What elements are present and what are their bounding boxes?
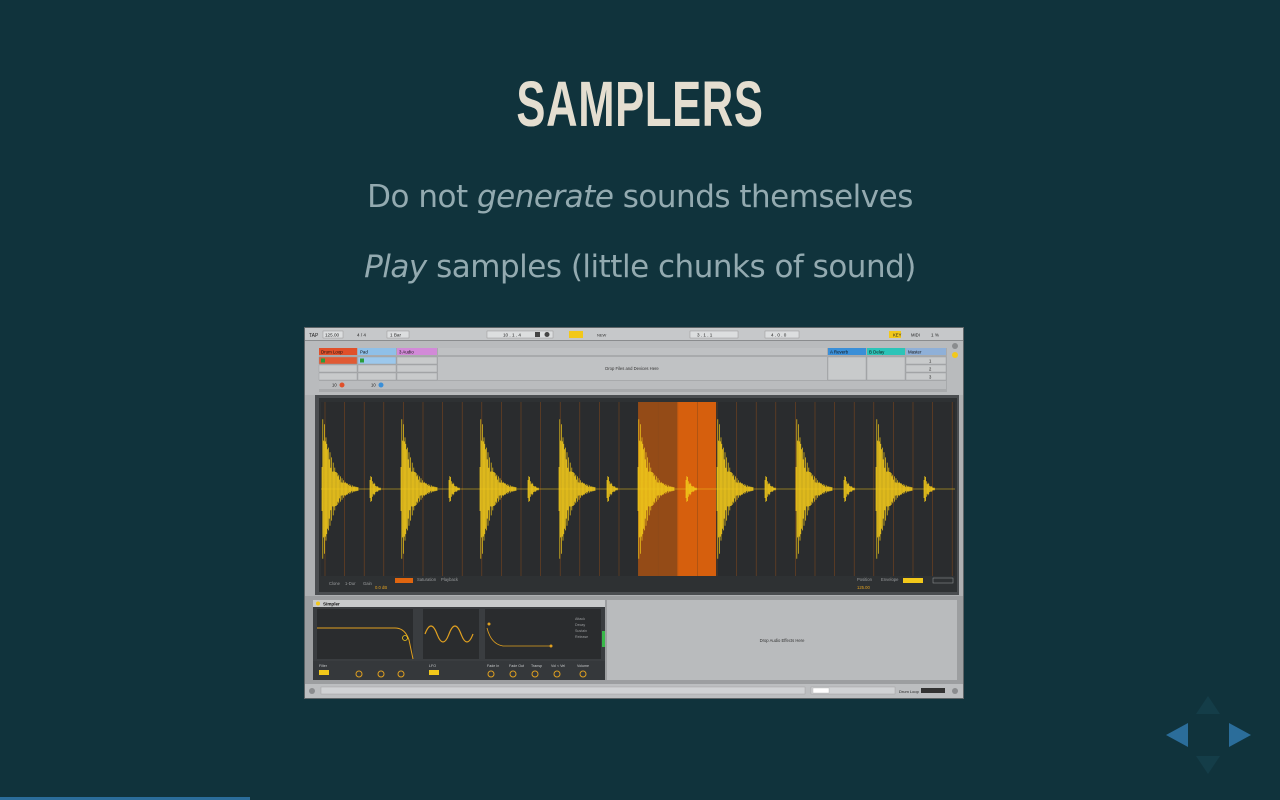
section-label: LFO <box>429 664 436 668</box>
tempo-value: 125.00 <box>325 333 339 338</box>
position-value: 125.00 <box>857 585 870 590</box>
section-label: Vol < Vel <box>551 664 565 668</box>
stop-icon <box>535 332 540 337</box>
return-name-reverb: A Reverb <box>830 350 849 355</box>
clip-label: Gain <box>363 581 373 586</box>
tap-label: TAP <box>309 333 319 339</box>
status-track-label: Drum Loop <box>899 689 920 694</box>
clip-play-icon <box>360 358 364 363</box>
clip-label: Clone <box>329 581 341 586</box>
section-label: Volume <box>577 664 589 668</box>
quantize-value: 1 Bar <box>390 333 401 338</box>
track-activator-icon <box>378 382 384 388</box>
warp-button <box>395 578 413 583</box>
clip-play-icon <box>321 358 325 363</box>
key-label: KEY <box>893 333 902 338</box>
midi-label: MIDI <box>911 333 920 338</box>
envelope-button <box>903 578 923 583</box>
section-label: Fade In <box>487 664 499 668</box>
section-label: Transp <box>531 664 542 668</box>
track-name-pad: Pad <box>360 350 368 355</box>
clip-label: Position <box>857 577 873 582</box>
slide-title: SAMPLERS <box>516 68 764 140</box>
nav-prev-arrow-icon[interactable] <box>1166 723 1188 747</box>
filter-graph <box>317 609 413 659</box>
track-name-audio: 3 Audio <box>399 350 414 355</box>
lfo-graph <box>423 609 479 659</box>
drop-effects-label: Drop Audio Effects Here <box>760 638 806 643</box>
scroll-icon <box>952 343 958 349</box>
master-name: Master <box>908 350 922 355</box>
new-label: NEW <box>597 333 607 338</box>
return-name-delay: B Delay <box>869 350 885 355</box>
clip-label: Saturation <box>417 577 437 582</box>
param-label: Attack <box>575 617 585 621</box>
cpu-value: 1 % <box>931 333 939 338</box>
nav-down-icon <box>1196 756 1220 774</box>
bullet-generate: Do not generate sounds themselves <box>0 179 1280 215</box>
section-label: Fade Out <box>509 664 524 668</box>
nav-next-arrow-icon[interactable] <box>1229 723 1251 747</box>
track-name-drum-loop: Drum Loop <box>321 350 343 355</box>
bullet-play: Play samples (little chunks of sound) <box>0 249 1280 285</box>
device-power-icon <box>316 601 320 606</box>
bullet-play-after: samples (little chunks of sound) <box>426 249 916 285</box>
clip-label: Playback <box>441 577 459 582</box>
section-label: Filter <box>319 664 328 668</box>
bullet-generate-before: Do not <box>367 179 477 215</box>
bullet-play-em: Play <box>364 249 427 285</box>
track-number: 10 <box>371 383 376 388</box>
track-activator-icon <box>339 382 345 388</box>
nav-up-icon <box>1196 696 1220 714</box>
param-label: Decay <box>575 623 585 627</box>
gain-value: 0.0 dB <box>375 585 387 590</box>
track-number: 10 <box>332 383 337 388</box>
loop-length-value: 4 . 0 . 0 <box>771 333 787 338</box>
param-label: Release <box>575 635 588 639</box>
drop-files-label: Drop Files and Devices Here <box>605 366 659 371</box>
ableton-screenshot: TAP 125.00 4 / 4 1 Bar 10 . 1 . 4 NEW 3 … <box>305 328 963 698</box>
status-bar <box>320 686 806 695</box>
position-value: 10 . 1 . 4 <box>503 333 521 338</box>
bullet-generate-after: sounds themselves <box>613 179 914 215</box>
overdub-button <box>569 331 583 338</box>
device-name: Simpler <box>323 602 340 607</box>
param-label: Sustain <box>575 629 587 633</box>
status-icon <box>952 352 958 358</box>
clip-label: Envelope <box>881 577 899 582</box>
clip-label: 1-Dur <box>345 581 356 586</box>
bullet-generate-em: generate <box>476 179 614 215</box>
signature-value: 4 / 4 <box>357 333 366 338</box>
record-icon <box>544 332 550 337</box>
loop-start-value: 3 . 1 . 1 <box>697 333 713 338</box>
